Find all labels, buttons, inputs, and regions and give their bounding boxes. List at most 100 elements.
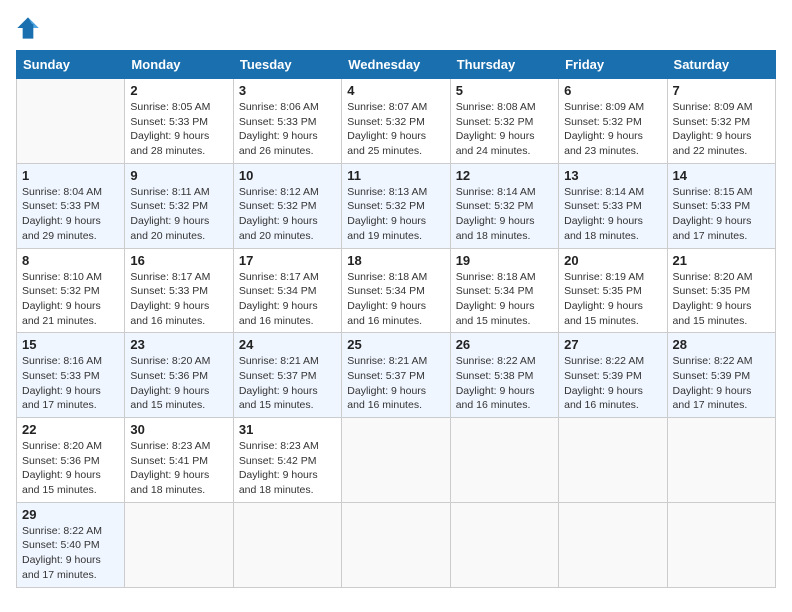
day-info: Sunrise: 8:11 AMSunset: 5:32 PMDaylight:… xyxy=(130,185,227,244)
day-of-week-header: Thursday xyxy=(450,51,558,79)
calendar-body: 2 Sunrise: 8:05 AMSunset: 5:33 PMDaylight… xyxy=(17,79,776,588)
sunrise-time: Sunrise: 8:21 AM xyxy=(239,354,336,369)
sunset-time: Sunset: 5:32 PM xyxy=(347,115,444,130)
calendar-day-cell: 26Sunrise: 8:22 AMSunset: 5:38 PMDayligh… xyxy=(450,333,558,418)
day-number: 10 xyxy=(239,168,336,183)
calendar-day-cell: 11Sunrise: 8:13 AMSunset: 5:32 PMDayligh… xyxy=(342,163,450,248)
sunrise-time: Sunrise: 8:19 AM xyxy=(564,270,661,285)
calendar-day-cell: 29Sunrise: 8:22 AMSunset: 5:40 PMDayligh… xyxy=(17,502,125,587)
sunrise-time: Sunrise: 8:09 AM xyxy=(673,100,770,115)
calendar-day-cell: 31 Sunrise: 8:23 AMSunset: 5:42 PMDayligh… xyxy=(233,418,341,503)
day-number: 21 xyxy=(673,253,770,268)
day-number: 19 xyxy=(456,253,553,268)
day-number: 13 xyxy=(564,168,661,183)
sunset-time: Sunset: 5:33 PM xyxy=(22,199,119,214)
day-info: Sunrise: 8:05 AMSunset: 5:33 PMDaylight:… xyxy=(130,100,227,159)
sunset-time: Sunset: 5:36 PM xyxy=(130,369,227,384)
calendar-week-row: 8 Sunrise: 8:10 AMSunset: 5:32 PMDaylight… xyxy=(17,248,776,333)
day-number: 8 xyxy=(22,253,119,268)
daylight-hours: Daylight: 9 hours and 16 minutes. xyxy=(456,384,553,413)
daylight-hours: Daylight: 9 hours and 16 minutes. xyxy=(239,299,336,328)
day-info: Sunrise: 8:23 AMSunset: 5:42 PMDaylight:… xyxy=(239,439,336,498)
day-number: 2 xyxy=(130,83,227,98)
day-info: Sunrise: 8:18 AMSunset: 5:34 PMDaylight:… xyxy=(456,270,553,329)
sunrise-time: Sunrise: 8:20 AM xyxy=(22,439,119,454)
day-number: 6 xyxy=(564,83,661,98)
day-info: Sunrise: 8:12 AMSunset: 5:32 PMDaylight:… xyxy=(239,185,336,244)
sunset-time: Sunset: 5:33 PM xyxy=(22,369,119,384)
daylight-hours: Daylight: 9 hours and 15 minutes. xyxy=(456,299,553,328)
sunset-time: Sunset: 5:36 PM xyxy=(22,454,119,469)
daylight-hours: Daylight: 9 hours and 18 minutes. xyxy=(456,214,553,243)
day-info: Sunrise: 8:16 AMSunset: 5:33 PMDaylight:… xyxy=(22,354,119,413)
day-number: 14 xyxy=(673,168,770,183)
sunset-time: Sunset: 5:35 PM xyxy=(673,284,770,299)
day-info: Sunrise: 8:10 AMSunset: 5:32 PMDaylight:… xyxy=(22,270,119,329)
sunrise-time: Sunrise: 8:04 AM xyxy=(22,185,119,200)
day-info: Sunrise: 8:04 AMSunset: 5:33 PMDaylight:… xyxy=(22,185,119,244)
calendar-day-cell: 30 Sunrise: 8:23 AMSunset: 5:41 PMDayligh… xyxy=(125,418,233,503)
day-of-week-header: Tuesday xyxy=(233,51,341,79)
calendar-day-cell: 14 Sunrise: 8:15 AMSunset: 5:33 PMDayligh… xyxy=(667,163,775,248)
calendar-day-cell: 16Sunrise: 8:17 AMSunset: 5:33 PMDayligh… xyxy=(125,248,233,333)
day-info: Sunrise: 8:20 AMSunset: 5:35 PMDaylight:… xyxy=(673,270,770,329)
daylight-hours: Daylight: 9 hours and 23 minutes. xyxy=(564,129,661,158)
calendar-day-cell: 2 Sunrise: 8:05 AMSunset: 5:33 PMDaylight… xyxy=(125,79,233,164)
day-number: 22 xyxy=(22,422,119,437)
daylight-hours: Daylight: 9 hours and 17 minutes. xyxy=(22,384,119,413)
calendar-day-cell xyxy=(450,502,558,587)
day-info: Sunrise: 8:21 AMSunset: 5:37 PMDaylight:… xyxy=(347,354,444,413)
day-number: 5 xyxy=(456,83,553,98)
daylight-hours: Daylight: 9 hours and 22 minutes. xyxy=(673,129,770,158)
sunrise-time: Sunrise: 8:18 AM xyxy=(456,270,553,285)
sunset-time: Sunset: 5:35 PM xyxy=(564,284,661,299)
calendar-day-cell: 24Sunrise: 8:21 AMSunset: 5:37 PMDayligh… xyxy=(233,333,341,418)
day-number: 28 xyxy=(673,337,770,352)
daylight-hours: Daylight: 9 hours and 19 minutes. xyxy=(347,214,444,243)
calendar-day-cell: 21 Sunrise: 8:20 AMSunset: 5:35 PMDayligh… xyxy=(667,248,775,333)
sunrise-time: Sunrise: 8:15 AM xyxy=(673,185,770,200)
daylight-hours: Daylight: 9 hours and 17 minutes. xyxy=(673,214,770,243)
day-number: 24 xyxy=(239,337,336,352)
sunrise-time: Sunrise: 8:21 AM xyxy=(347,354,444,369)
calendar-header-row: SundayMondayTuesdayWednesdayThursdayFrid… xyxy=(17,51,776,79)
daylight-hours: Daylight: 9 hours and 15 minutes. xyxy=(130,384,227,413)
day-number: 1 xyxy=(22,168,119,183)
day-info: Sunrise: 8:17 AMSunset: 5:33 PMDaylight:… xyxy=(130,270,227,329)
daylight-hours: Daylight: 9 hours and 15 minutes. xyxy=(22,468,119,497)
day-number: 12 xyxy=(456,168,553,183)
calendar-day-cell: 18Sunrise: 8:18 AMSunset: 5:34 PMDayligh… xyxy=(342,248,450,333)
day-info: Sunrise: 8:22 AMSunset: 5:40 PMDaylight:… xyxy=(22,524,119,583)
sunrise-time: Sunrise: 8:20 AM xyxy=(673,270,770,285)
sunset-time: Sunset: 5:32 PM xyxy=(456,199,553,214)
sunset-time: Sunset: 5:37 PM xyxy=(347,369,444,384)
day-info: Sunrise: 8:15 AMSunset: 5:33 PMDaylight:… xyxy=(673,185,770,244)
daylight-hours: Daylight: 9 hours and 16 minutes. xyxy=(130,299,227,328)
day-number: 31 xyxy=(239,422,336,437)
daylight-hours: Daylight: 9 hours and 28 minutes. xyxy=(130,129,227,158)
calendar-week-row: 1Sunrise: 8:04 AMSunset: 5:33 PMDaylight… xyxy=(17,163,776,248)
day-number: 9 xyxy=(130,168,227,183)
calendar-day-cell xyxy=(233,502,341,587)
calendar-week-row: 2 Sunrise: 8:05 AMSunset: 5:33 PMDaylight… xyxy=(17,79,776,164)
daylight-hours: Daylight: 9 hours and 17 minutes. xyxy=(673,384,770,413)
logo xyxy=(16,16,44,40)
day-info: Sunrise: 8:06 AMSunset: 5:33 PMDaylight:… xyxy=(239,100,336,159)
sunrise-time: Sunrise: 8:13 AM xyxy=(347,185,444,200)
sunrise-time: Sunrise: 8:08 AM xyxy=(456,100,553,115)
day-info: Sunrise: 8:23 AMSunset: 5:41 PMDaylight:… xyxy=(130,439,227,498)
calendar-day-cell: 19 Sunrise: 8:18 AMSunset: 5:34 PMDayligh… xyxy=(450,248,558,333)
sunset-time: Sunset: 5:33 PM xyxy=(673,199,770,214)
day-number: 30 xyxy=(130,422,227,437)
day-number: 23 xyxy=(130,337,227,352)
day-of-week-header: Monday xyxy=(125,51,233,79)
calendar-week-row: 22 Sunrise: 8:20 AMSunset: 5:36 PMDayligh… xyxy=(17,418,776,503)
sunset-time: Sunset: 5:32 PM xyxy=(22,284,119,299)
day-info: Sunrise: 8:18 AMSunset: 5:34 PMDaylight:… xyxy=(347,270,444,329)
day-info: Sunrise: 8:09 AMSunset: 5:32 PMDaylight:… xyxy=(564,100,661,159)
sunrise-time: Sunrise: 8:23 AM xyxy=(130,439,227,454)
sunrise-time: Sunrise: 8:07 AM xyxy=(347,100,444,115)
day-number: 11 xyxy=(347,168,444,183)
sunrise-time: Sunrise: 8:12 AM xyxy=(239,185,336,200)
sunset-time: Sunset: 5:33 PM xyxy=(564,199,661,214)
